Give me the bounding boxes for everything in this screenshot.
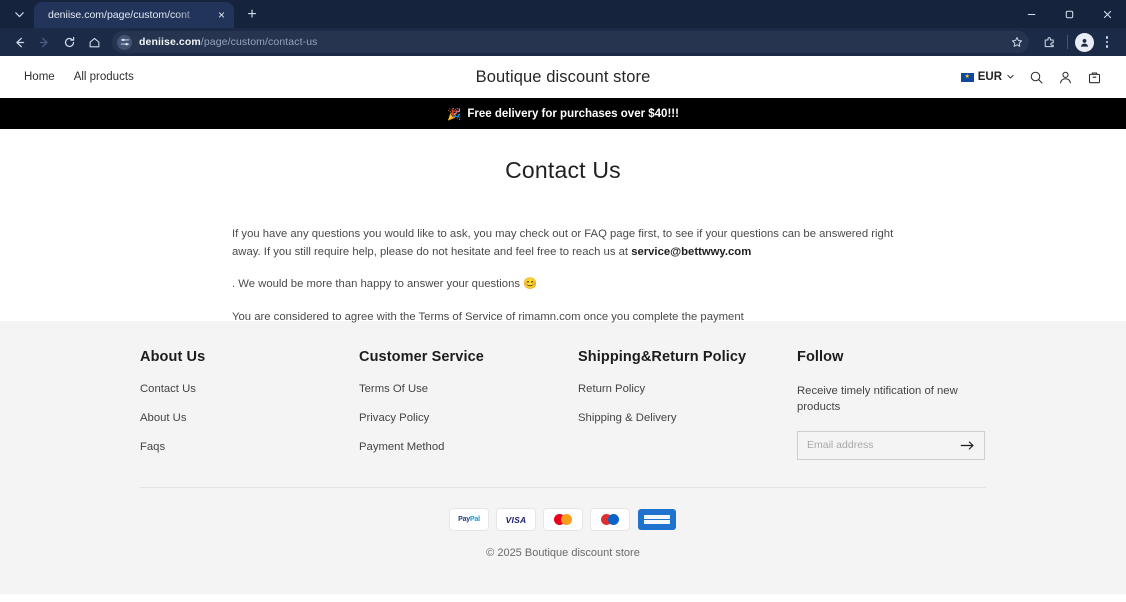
footer-column-customer-service: Customer Service Terms Of Use Privacy Po…: [359, 349, 578, 470]
announcement-bar: 🎉 Free delivery for purchases over $40!!…: [0, 98, 1126, 129]
footer-link-faqs[interactable]: Faqs: [140, 441, 359, 453]
tab-search-icon[interactable]: [6, 2, 32, 26]
home-icon[interactable]: [83, 31, 105, 53]
close-icon[interactable]: ×: [217, 9, 226, 21]
minimize-icon[interactable]: [1012, 0, 1050, 28]
main-content: Contact Us If you have any questions you…: [0, 129, 1126, 321]
mastercard-circles-icon: [554, 514, 572, 525]
footer-link-privacy-policy[interactable]: Privacy Policy: [359, 412, 578, 424]
copyright-text: © 2025 Boutique discount store: [0, 547, 1126, 559]
url-path: /page/custom/contact-us: [201, 36, 318, 48]
footer-heading: Shipping&Return Policy: [578, 349, 797, 365]
payment-methods: PayPal VISA: [0, 509, 1126, 530]
footer-divider: [140, 487, 986, 488]
currency-selector[interactable]: ★ EUR: [961, 68, 1015, 86]
paragraph-intro-text: If you have any questions you would like…: [232, 228, 893, 258]
store-brand-title: Boutique discount store: [0, 68, 1126, 87]
maestro-circles-icon: [601, 514, 619, 525]
footer-link-return-policy[interactable]: Return Policy: [578, 383, 797, 395]
address-bar[interactable]: deniise.com/page/custom/contact-us: [112, 31, 1029, 53]
party-popper-icon: 🎉: [447, 107, 461, 121]
browser-chrome: deniise.com/page/custom/cont × +: [0, 0, 1126, 56]
toolbar-divider: [1067, 35, 1068, 49]
forward-icon[interactable]: [33, 31, 55, 53]
paypal-label: PayPal: [458, 516, 480, 523]
site-settings-icon[interactable]: [117, 35, 132, 50]
newsletter-description: Receive timely ntification of new produc…: [797, 383, 986, 416]
payment-icon-visa: VISA: [497, 509, 535, 530]
footer-column-about: About Us Contact Us About Us Faqs: [140, 349, 359, 470]
account-icon[interactable]: [1058, 70, 1073, 85]
close-window-icon[interactable]: [1088, 0, 1126, 28]
primary-nav: Home All products: [24, 71, 134, 83]
new-tab-button[interactable]: +: [240, 3, 264, 27]
search-icon[interactable]: [1029, 70, 1044, 85]
footer-columns: About Us Contact Us About Us Faqs Custom…: [140, 349, 986, 470]
footer-link-shipping-delivery[interactable]: Shipping & Delivery: [578, 412, 797, 424]
back-icon[interactable]: [8, 31, 30, 53]
paragraph-intro: If you have any questions you would like…: [232, 226, 894, 261]
visa-label: VISA: [506, 515, 527, 525]
url-text: deniise.com/page/custom/contact-us: [139, 36, 318, 48]
maximize-icon[interactable]: [1050, 0, 1088, 28]
tab-strip: deniise.com/page/custom/cont × +: [0, 0, 1126, 28]
payment-icon-mastercard: [544, 509, 582, 530]
footer-heading: Follow: [797, 349, 986, 365]
toolbar-right-actions: [1038, 31, 1118, 53]
footer-column-follow: Follow Receive timely ntification of new…: [797, 349, 986, 470]
payment-icon-maestro: [591, 509, 629, 530]
currency-label: EUR: [978, 71, 1002, 83]
site-footer: About Us Contact Us About Us Faqs Custom…: [0, 321, 1126, 594]
paragraph-happy: . We would be more than happy to answer …: [232, 276, 894, 294]
payment-icon-american-express: [638, 509, 676, 530]
submit-arrow-icon[interactable]: [960, 439, 975, 452]
payment-icon-paypal: PayPal: [450, 509, 488, 530]
contact-body: If you have any questions you would like…: [232, 226, 894, 326]
site-header: Home All products Boutique discount stor…: [0, 56, 1126, 98]
window-controls: [1012, 0, 1126, 28]
url-domain: deniise.com: [139, 36, 201, 48]
eu-flag-icon: ★: [961, 73, 974, 82]
reload-icon[interactable]: [58, 31, 80, 53]
header-actions: ★ EUR: [961, 68, 1102, 86]
browser-tab[interactable]: deniise.com/page/custom/cont ×: [34, 2, 234, 28]
footer-link-payment-method[interactable]: Payment Method: [359, 441, 578, 453]
chevron-down-icon: [1006, 68, 1015, 86]
footer-link-terms-of-use[interactable]: Terms Of Use: [359, 383, 578, 395]
footer-link-about-us[interactable]: About Us: [140, 412, 359, 424]
browser-toolbar: deniise.com/page/custom/contact-us: [0, 28, 1126, 56]
nav-link-home[interactable]: Home: [24, 71, 55, 83]
browser-menu-icon[interactable]: [1096, 31, 1118, 53]
nav-link-all-products[interactable]: All products: [74, 71, 134, 83]
footer-heading: Customer Service: [359, 349, 578, 365]
extensions-icon[interactable]: [1038, 31, 1060, 53]
footer-heading: About Us: [140, 349, 359, 365]
announcement-text: Free delivery for purchases over $40!!!: [467, 108, 679, 120]
profile-avatar-icon[interactable]: [1075, 33, 1094, 52]
tab-title: deniise.com/page/custom/cont: [48, 9, 211, 21]
page-viewport: Home All products Boutique discount stor…: [0, 56, 1126, 602]
cart-bag-icon[interactable]: [1087, 70, 1102, 85]
page-title: Contact Us: [0, 157, 1126, 184]
footer-link-contact-us[interactable]: Contact Us: [140, 383, 359, 395]
email-input[interactable]: [807, 439, 960, 451]
newsletter-form: [797, 431, 985, 460]
bookmark-star-icon[interactable]: [1011, 36, 1023, 48]
support-email: service@bettwwy.com: [631, 246, 751, 258]
footer-column-shipping-return: Shipping&Return Policy Return Policy Shi…: [578, 349, 797, 470]
